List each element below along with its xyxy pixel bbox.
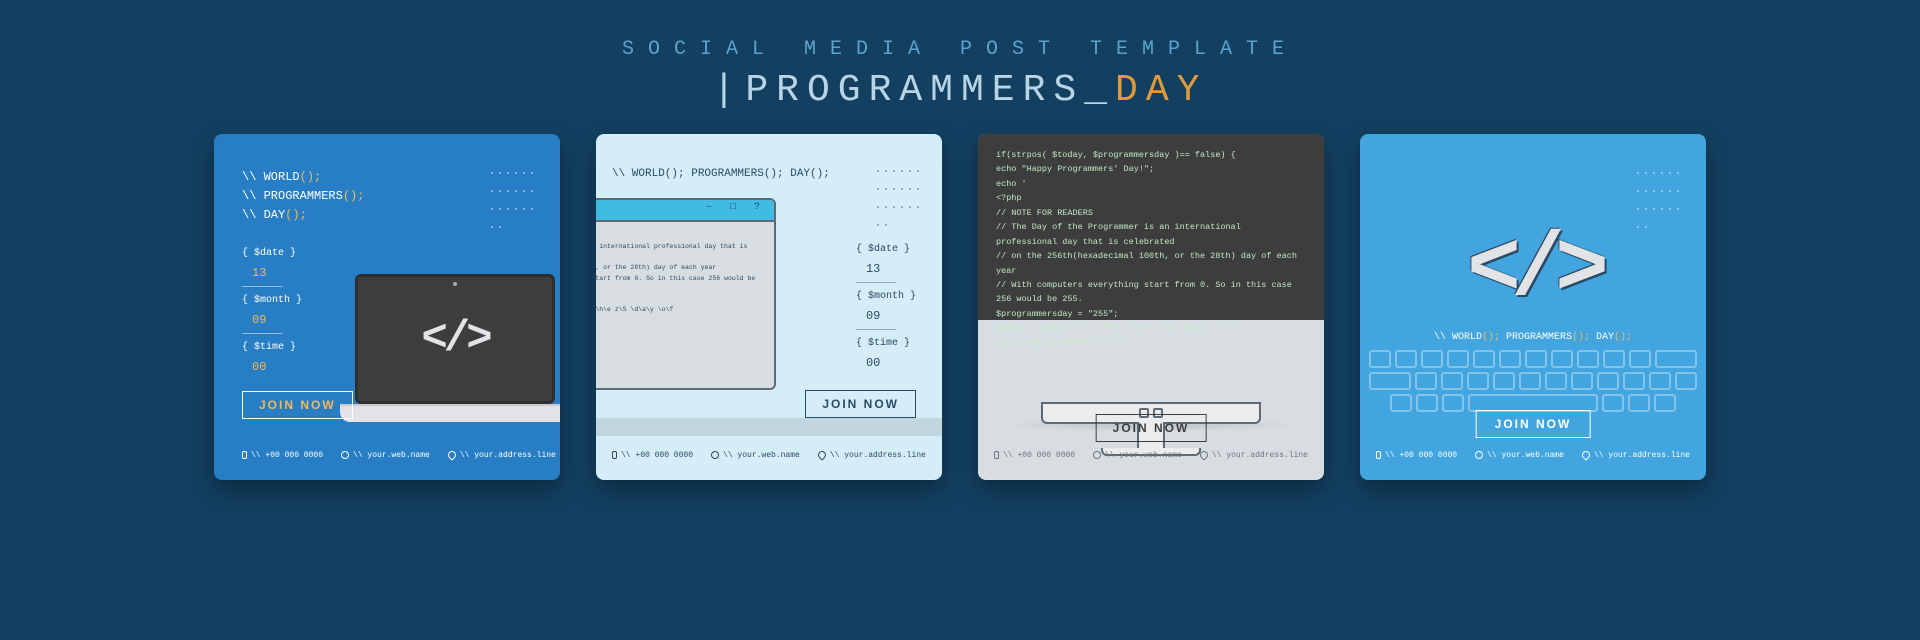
- card2-meta: { $date } 13 { $month } 09 { $time } 00: [856, 242, 916, 376]
- card2-contacts: \\ +00 000 0000 \\ your.web.name \\ your…: [612, 451, 926, 460]
- card3-contacts: \\ +00 000 0000 \\ your.web.name \\ your…: [978, 451, 1324, 460]
- globe-icon: [1475, 451, 1483, 459]
- card4-headline: \\ WORLD(); PROGRAMMERS(); DAY();: [1434, 332, 1632, 343]
- template-card-4: </> \\ WORLD(); PROGRAMMERS(); DAY(); JO…: [1360, 134, 1706, 480]
- template-card-2: \\ WORLD(); PROGRAMMERS(); DAY(); ‒ □ ? …: [596, 134, 942, 480]
- card4-contacts: \\ +00 000 0000 \\ your.web.name \\ your…: [1360, 451, 1706, 460]
- card1-meta: { $date } 13 { $month } 09 { $time } 00: [242, 246, 302, 380]
- laptop-illustration: </>: [340, 274, 560, 434]
- decorative-dots: [874, 162, 924, 202]
- join-now-button[interactable]: JOIN NOW: [1096, 414, 1207, 442]
- phone-icon: [242, 451, 247, 459]
- join-now-button[interactable]: JOIN NOW: [805, 390, 916, 418]
- phone-icon: [612, 451, 617, 459]
- pin-icon: [446, 449, 457, 460]
- phone-icon: [994, 451, 999, 459]
- browser-window-illustration: ‒ □ ? FOR READERS Day of the Programmer …: [596, 198, 776, 390]
- globe-icon: [341, 451, 349, 459]
- globe-icon: [1093, 451, 1101, 459]
- header-title: |PROGRAMMERS_DAY: [0, 69, 1920, 112]
- code-icon: </>: [1467, 220, 1599, 322]
- header-subtitle: SOCIAL MEDIA POST TEMPLATE: [0, 38, 1920, 61]
- card1-contacts: \\ +00 000 0000 \\ your.web.name \\ your…: [242, 451, 556, 460]
- decorative-dots: [488, 164, 538, 204]
- join-now-button[interactable]: JOIN NOW: [242, 391, 353, 419]
- card1-code: \\ WORLD(); \\ PROGRAMMERS(); \\ DAY();: [242, 168, 364, 226]
- join-now-button[interactable]: JOIN NOW: [1476, 410, 1591, 438]
- window-body-text: FOR READERS Day of the Programmer is an …: [596, 222, 774, 390]
- pin-icon: [1198, 449, 1209, 460]
- template-card-1: \\ WORLD(); \\ PROGRAMMERS(); \\ DAY(); …: [214, 134, 560, 480]
- template-card-3: if(strpos( $today, $programmersday )== f…: [978, 134, 1324, 480]
- globe-icon: [711, 451, 719, 459]
- card2-headline: \\ WORLD(); PROGRAMMERS(); DAY();: [612, 168, 830, 180]
- pin-icon: [1580, 449, 1591, 460]
- code-icon: </>: [421, 314, 488, 364]
- decorative-dots: [1634, 164, 1684, 204]
- window-controls-icon: ‒ □ ?: [706, 202, 766, 213]
- pin-icon: [816, 449, 827, 460]
- cards-row: \\ WORLD(); \\ PROGRAMMERS(); \\ DAY(); …: [0, 134, 1920, 480]
- phone-icon: [1376, 451, 1381, 459]
- decorative-stripe: [596, 418, 942, 436]
- terminal-code-block: if(strpos( $today, $programmersday )== f…: [978, 134, 1324, 320]
